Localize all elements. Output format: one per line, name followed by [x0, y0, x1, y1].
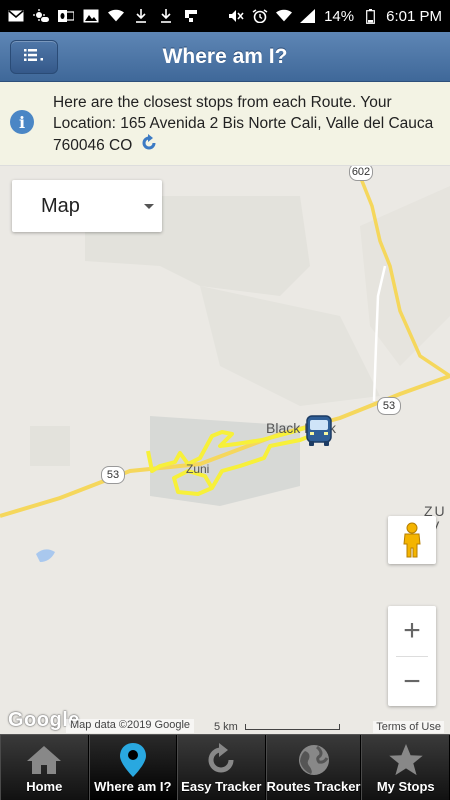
page-title: Where am I? [162, 44, 288, 68]
location-info-text: Here are the closest stops from each Rou… [53, 92, 438, 158]
menu-button[interactable] [10, 40, 58, 74]
alarm-icon [252, 9, 268, 23]
chevron-down-icon [144, 204, 154, 209]
bus-stop-marker[interactable] [305, 415, 333, 447]
map-attribution: Map data ©2019 Google [66, 719, 195, 733]
location-pin-icon [113, 741, 153, 779]
street-view-pegman[interactable] [388, 516, 436, 564]
nav-item-easy-tracker[interactable]: Easy Tracker [177, 735, 266, 800]
map-type-value: Map [41, 194, 80, 217]
wifi-icon [108, 9, 124, 23]
mute-icon [228, 9, 244, 23]
bottom-nav: Home Where am I? Easy Tracker Routes Tra… [0, 734, 450, 800]
list-icon [24, 48, 44, 67]
map-type-select[interactable]: Map [12, 180, 162, 232]
road-shield-53-west: 53 [101, 466, 125, 484]
nav-item-home[interactable]: Home [0, 735, 89, 800]
nav-label-home: Home [26, 779, 63, 794]
gmail-icon [8, 9, 24, 23]
nav-label-where-am-i: Where am I? [94, 779, 172, 794]
nav-label-routes-tracker: Routes Tracker [266, 779, 361, 794]
refresh-icon[interactable] [140, 134, 158, 158]
download-icon [158, 9, 174, 23]
status-bar: 14% 6:01 PM [0, 0, 450, 32]
home-icon [24, 741, 64, 779]
zoom-in-button[interactable]: + [388, 606, 436, 656]
wifi-icon [276, 9, 293, 23]
battery-icon [362, 8, 378, 24]
battery-percent: 14% [324, 7, 355, 25]
map-canvas [0, 175, 450, 562]
signal-icon [300, 9, 316, 23]
download-icon [133, 9, 149, 23]
location-info-message: Here are the closest stops from each Rou… [53, 94, 434, 155]
map-scale-bar [244, 724, 340, 731]
refresh-icon [201, 741, 241, 779]
nav-item-my-stops[interactable]: My Stops [361, 735, 450, 800]
terms-of-use-link[interactable]: Terms of Use [373, 721, 444, 733]
location-info-bar: i Here are the closest stops from each R… [0, 82, 450, 166]
flipboard-icon [183, 9, 199, 23]
zoom-controls: + − [388, 606, 436, 706]
pegman-icon [403, 522, 421, 558]
clock: 6:01 PM [386, 7, 442, 25]
info-icon: i [10, 110, 34, 134]
app-header: Where am I? [0, 32, 450, 82]
star-icon [386, 741, 426, 779]
town-label-zuni: Zuni [186, 462, 210, 476]
road-shield-602: 602 [349, 166, 373, 181]
nav-item-where-am-i[interactable]: Where am I? [88, 735, 178, 800]
map-scale: 5 km [214, 721, 340, 733]
weather-icon [33, 9, 49, 23]
nav-label-my-stops: My Stops [376, 779, 435, 794]
nav-label-easy-tracker: Easy Tracker [181, 779, 262, 794]
globe-icon [294, 741, 334, 779]
gallery-icon [83, 9, 99, 23]
road-shield-53-east: 53 [377, 397, 401, 415]
map-footer: Google Map data ©2019 Google 5 km Terms … [0, 709, 450, 734]
outlook-icon [58, 9, 74, 23]
map-view[interactable]: Map 602 53 53 Black Rock Zuni ZU R V + −… [0, 166, 450, 734]
zoom-out-button[interactable]: − [388, 657, 436, 707]
nav-item-routes-tracker[interactable]: Routes Tracker [265, 735, 362, 800]
map-scale-label: 5 km [214, 721, 238, 733]
bus-icon [306, 415, 332, 446]
